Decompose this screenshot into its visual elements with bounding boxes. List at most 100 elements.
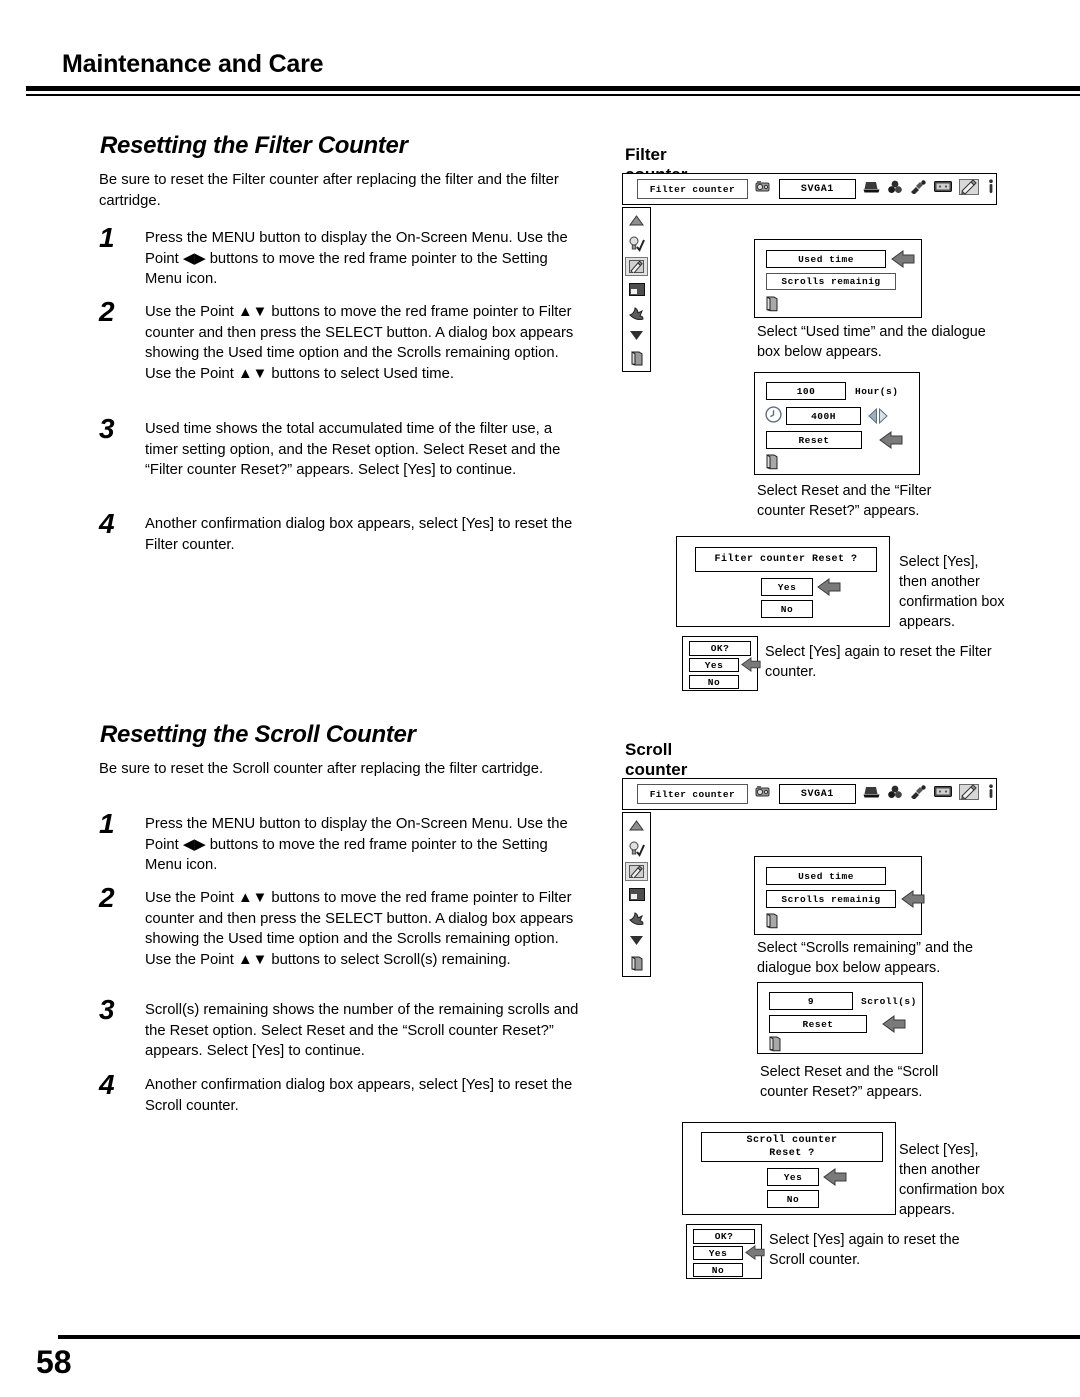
quit-exit-icon[interactable] <box>769 1036 781 1057</box>
osd-button-yes[interactable]: Yes <box>689 658 739 672</box>
screen-aspect-icon[interactable] <box>625 280 648 299</box>
osd-button-no[interactable]: No <box>693 1263 743 1277</box>
scroll-up-arrow-icon[interactable] <box>625 816 648 835</box>
osd-button-yes[interactable]: Yes <box>693 1246 743 1260</box>
figure-caption-scroll-4: Select [Yes] again to reset the Scroll c… <box>769 1232 960 1268</box>
osd-confirm-ok: OK? <box>693 1229 755 1244</box>
setting-icon[interactable] <box>959 783 979 805</box>
step-number: 2 <box>99 882 115 913</box>
step-scroll-3: 3 Scroll(s) remaining shows the number o… <box>99 994 599 1062</box>
osd-menu-label[interactable]: Filter counter <box>637 784 748 804</box>
quit-exit-icon[interactable] <box>625 954 648 973</box>
osd-unit-hours: Hour(s) <box>855 386 899 397</box>
step-text: Scroll(s) remaining shows the number of … <box>145 1002 579 1059</box>
osd-button-yes[interactable]: Yes <box>767 1168 819 1186</box>
figure-caption-filter-2: Select Reset and the “Filter counter Res… <box>757 483 932 519</box>
osd-value-scrolls: 9 <box>769 992 853 1010</box>
osd-option-reset[interactable]: Reset <box>769 1015 867 1033</box>
pointer-arrow-icon <box>817 578 841 601</box>
osd-confirm-question-line2: Reset ? <box>769 1147 815 1159</box>
osd-source-label[interactable]: SVGA1 <box>778 179 856 199</box>
information-icon[interactable] <box>986 178 996 200</box>
pointer-arrow-icon <box>891 250 915 273</box>
osd-dialog-filter-reset-confirm: Filter counter Reset ? Yes No <box>676 536 890 627</box>
quit-exit-icon[interactable] <box>766 454 778 475</box>
projector-icon[interactable] <box>755 179 773 199</box>
osd-dialog-scroll-options: Used time Scrolls remainig <box>754 856 925 935</box>
footer-divider <box>58 1335 1080 1339</box>
figure-caption-scroll-1: Select “Scrolls remaining” and the dialo… <box>757 940 973 976</box>
osd-confirm-question: Filter counter Reset ? <box>695 547 877 572</box>
color-adjust-icon[interactable] <box>887 785 903 804</box>
quit-exit-icon[interactable] <box>766 296 778 317</box>
osd-button-no[interactable]: No <box>767 1190 819 1208</box>
osd-dialog-scroll-reset-confirm: Scroll counter Reset ? Yes No <box>682 1122 896 1215</box>
scroll-down-arrow-icon[interactable] <box>625 326 648 345</box>
osd-icon-rail-filter[interactable] <box>622 207 651 372</box>
step-number: 4 <box>99 1069 115 1100</box>
step-number: 3 <box>99 994 115 1025</box>
clock-icon <box>765 406 782 428</box>
section-heading-filter: Resetting the Filter Counter <box>100 132 408 159</box>
filter-counter-icon[interactable] <box>625 257 648 276</box>
osd-button-no[interactable]: No <box>761 600 813 618</box>
osd-dialog-scroll-remaining: 9 Scroll(s) Reset <box>757 982 923 1054</box>
osd-button-yes[interactable]: Yes <box>761 578 813 596</box>
osd-icon-rail-scroll[interactable] <box>622 812 651 977</box>
osd-option-scrolls-remaining[interactable]: Scrolls remainig <box>766 273 896 290</box>
computer-icon[interactable] <box>863 785 880 804</box>
step-text: Press the MENU button to display the On-… <box>145 816 568 873</box>
scroll-up-arrow-icon[interactable] <box>625 211 648 230</box>
step-scroll-1: 1 Press the MENU button to display the O… <box>99 808 599 876</box>
color-adjust-icon[interactable] <box>887 180 903 199</box>
scroll-down-arrow-icon[interactable] <box>625 931 648 950</box>
step-text: Another confirmation dialog box appears,… <box>145 1077 573 1114</box>
projector-icon[interactable] <box>755 784 773 804</box>
osd-menubar-filter[interactable]: Filter counter SVGA1 <box>622 173 997 205</box>
lamp-control-icon[interactable] <box>625 234 648 253</box>
osd-unit-scrolls: Scroll(s) <box>861 996 917 1007</box>
step-text: Another confirmation dialog box appears,… <box>145 516 573 553</box>
osd-menubar-scroll[interactable]: Filter counter SVGA1 <box>622 778 997 810</box>
figure-caption-filter-1: Select “Used time” and the dialogue box … <box>757 324 986 360</box>
step-number: 1 <box>99 808 115 839</box>
osd-source-label[interactable]: SVGA1 <box>778 784 856 804</box>
osd-dialog-filter-ok-confirm: OK? Yes No <box>682 636 761 691</box>
figure-title-scroll-counter: Scroll counter <box>625 740 688 779</box>
fan-control-icon[interactable] <box>625 908 648 927</box>
screen-icon[interactable] <box>934 180 952 198</box>
osd-option-used-time[interactable]: Used time <box>766 250 886 268</box>
step-number: 4 <box>99 508 115 539</box>
osd-timer-setting[interactable]: 400H <box>786 407 861 425</box>
header-divider-thick <box>26 86 1080 91</box>
pointer-arrow-icon <box>741 657 761 677</box>
step-number: 1 <box>99 222 115 253</box>
quit-exit-icon[interactable] <box>766 913 778 934</box>
figure-caption-filter-4: Select [Yes] again to reset the Filter c… <box>765 644 992 680</box>
computer-icon[interactable] <box>863 180 880 199</box>
osd-option-used-time[interactable]: Used time <box>766 867 886 885</box>
osd-dialog-filter-options: Used time Scrolls remainig <box>754 239 922 318</box>
screen-icon[interactable] <box>934 785 952 803</box>
screen-aspect-icon[interactable] <box>625 885 648 904</box>
step-text: Used time shows the total accumulated ti… <box>145 421 561 478</box>
lamp-control-icon[interactable] <box>625 839 648 858</box>
setting-icon[interactable] <box>959 178 979 200</box>
information-icon[interactable] <box>986 783 996 805</box>
osd-confirm-question-line1: Scroll counter <box>746 1134 838 1146</box>
fan-control-icon[interactable] <box>625 303 648 322</box>
header-divider-thin <box>26 94 1080 96</box>
image-adjust-icon[interactable] <box>910 179 927 199</box>
image-adjust-icon[interactable] <box>910 784 927 804</box>
figure-caption-scroll-3: Select [Yes], then another confirmation … <box>899 1142 1005 1218</box>
quit-exit-icon[interactable] <box>625 349 648 368</box>
osd-option-reset[interactable]: Reset <box>766 431 862 449</box>
osd-confirm-ok: OK? <box>689 641 751 656</box>
filter-counter-icon[interactable] <box>625 862 648 881</box>
osd-dialog-scroll-ok-confirm: OK? Yes No <box>686 1224 765 1279</box>
step-scroll-4: 4 Another confirmation dialog box appear… <box>99 1069 599 1116</box>
osd-menu-label[interactable]: Filter counter <box>637 179 748 199</box>
page-number: 58 <box>36 1344 72 1380</box>
osd-option-scrolls-remaining[interactable]: Scrolls remainig <box>766 890 896 908</box>
osd-button-no[interactable]: No <box>689 675 739 689</box>
